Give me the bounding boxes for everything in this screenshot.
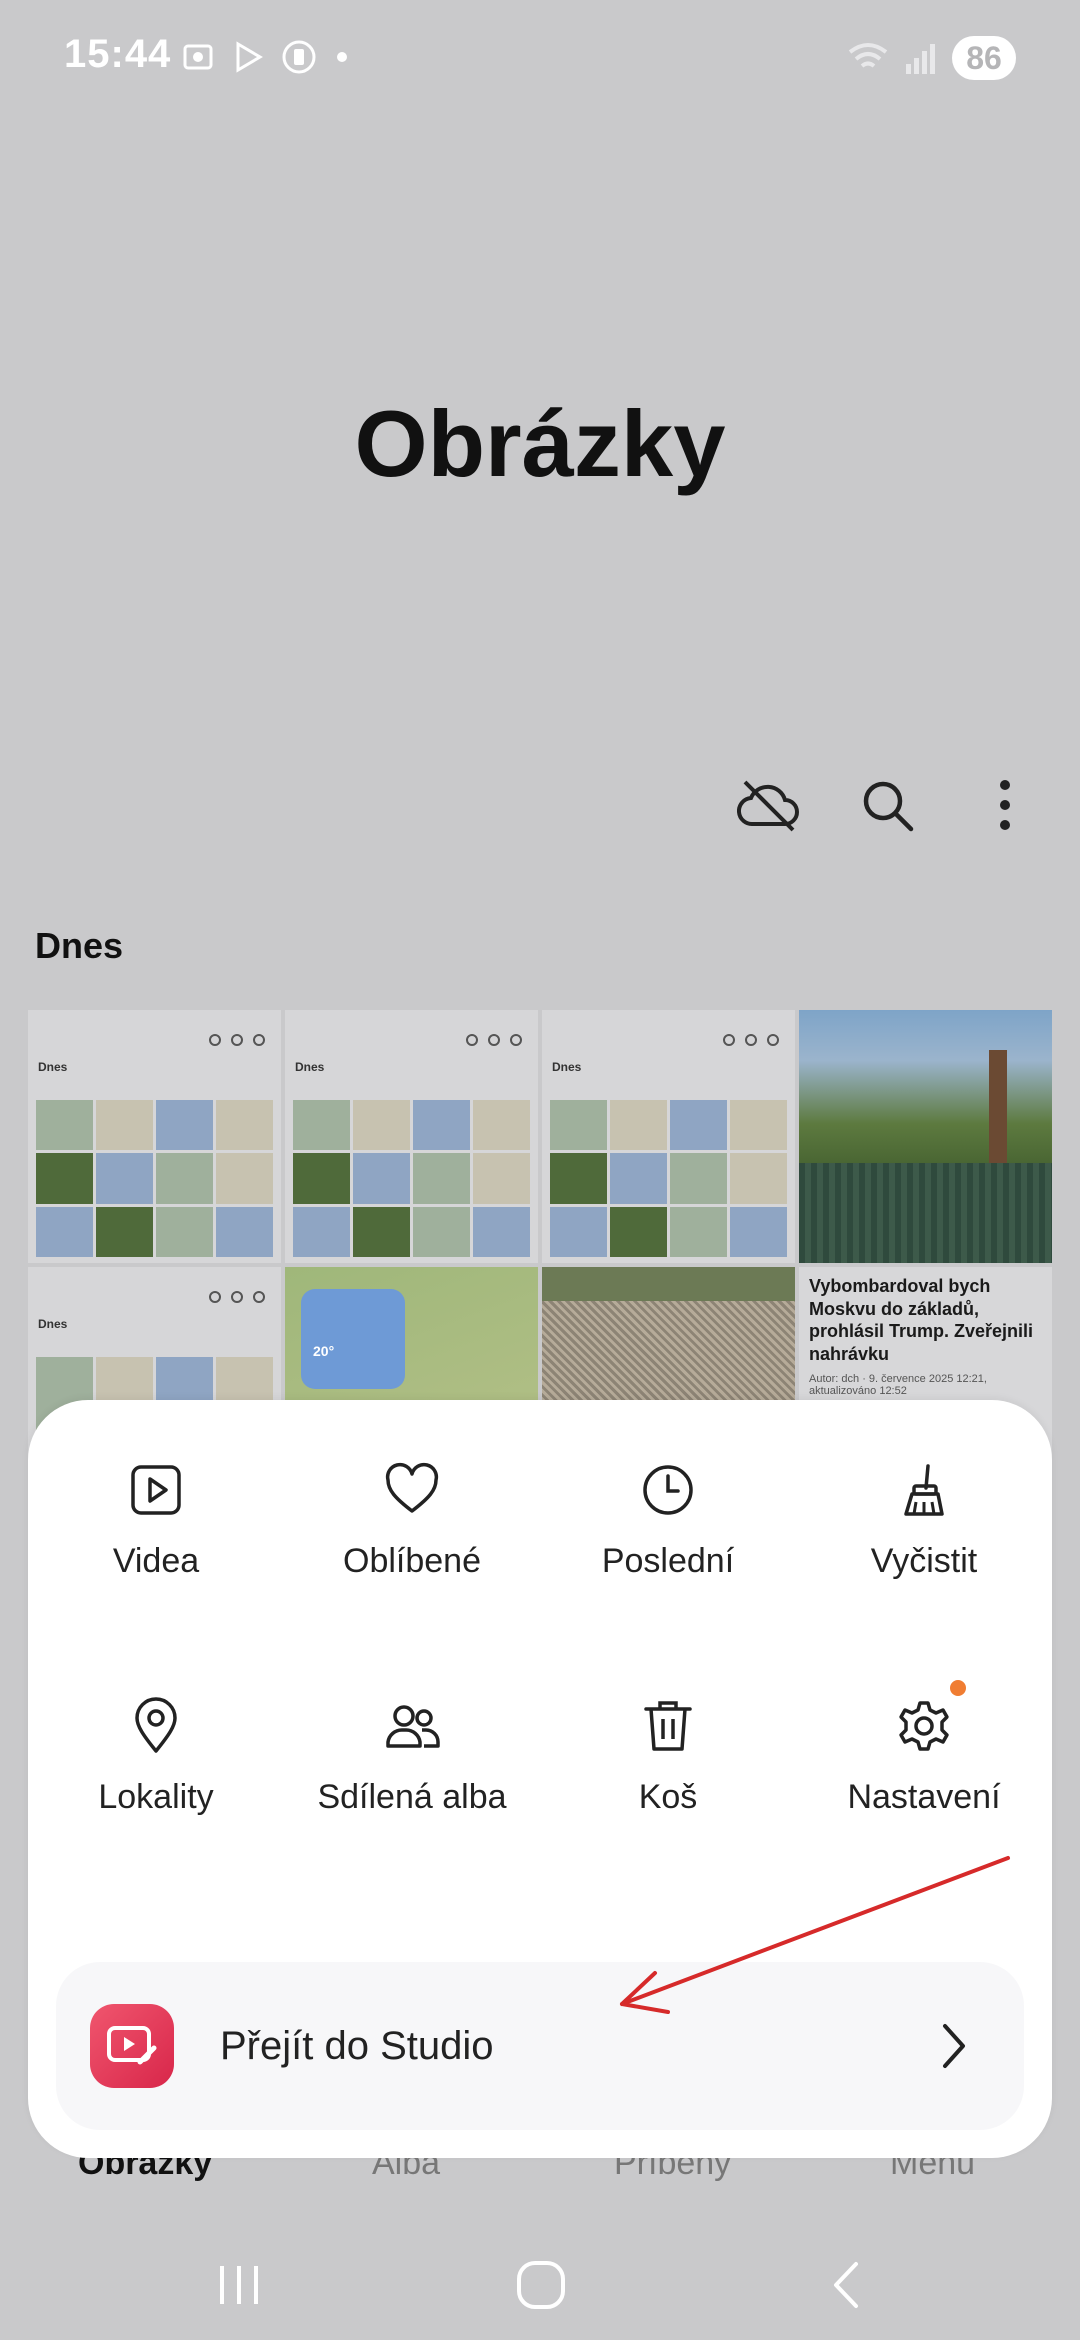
- menu-sheet: Videa Oblíbené Poslední Vyčistit Lokalit…: [28, 1400, 1052, 2158]
- menu-item-label: Nastavení: [847, 1778, 1001, 1816]
- notification-dot: [950, 1680, 966, 1696]
- thumbnail-text: Dnes: [295, 1060, 325, 1074]
- menu-item-label: Sdílená alba: [317, 1778, 507, 1816]
- studio-label: Přejít do Studio: [220, 2023, 494, 2068]
- chevron-right-icon: [922, 2014, 986, 2078]
- gear-icon: [899, 1701, 949, 1751]
- more-vert-icon: [1000, 780, 1010, 830]
- broom-icon: [904, 1464, 944, 1516]
- menu-item-label: Videa: [112, 1542, 200, 1580]
- trash-icon: [644, 1701, 692, 1751]
- dot-icon: [337, 52, 347, 62]
- recent-apps-button[interactable]: [184, 2230, 294, 2340]
- studio-app-icon: [90, 2004, 174, 2088]
- studio-icon: [107, 2026, 157, 2065]
- menu-item-lokality[interactable]: Lokality: [28, 1696, 284, 1932]
- status-time: 15:44: [64, 32, 172, 76]
- back-icon: [834, 2262, 858, 2308]
- home-icon: [517, 2261, 565, 2309]
- thumbnail-text: Dnes: [552, 1060, 582, 1074]
- menu-item-label: Lokality: [98, 1778, 214, 1816]
- people-icon: [386, 1705, 440, 1748]
- menu-item-oblibene[interactable]: Oblíbené: [284, 1460, 540, 1696]
- cloud-sync-button[interactable]: [734, 770, 804, 840]
- screenshot-icon: [183, 44, 213, 70]
- system-nav-bar: [0, 2230, 1080, 2340]
- notification-icons: [180, 38, 352, 76]
- play-store-icon: [236, 41, 263, 73]
- article-headline: Vybombardoval bych Moskvu do základů, pr…: [809, 1276, 1034, 1364]
- weather-temp: 20°: [313, 1343, 335, 1359]
- battery-indicator: 86: [952, 36, 1016, 80]
- search-icon: [863, 781, 914, 832]
- photo-thumbnail[interactable]: Dnes: [285, 1010, 538, 1263]
- studio-button[interactable]: Přejít do Studio: [56, 1962, 1024, 2130]
- sync-icon: [282, 40, 316, 74]
- menu-item-label: Poslední: [601, 1542, 735, 1580]
- thumbnail-text: Dnes: [38, 1060, 68, 1074]
- menu-item-vycistit[interactable]: Vyčistit: [796, 1460, 1052, 1696]
- status-bar: 15:44 86: [0, 0, 1080, 120]
- signal-icon: [906, 44, 935, 74]
- search-button[interactable]: [852, 770, 922, 840]
- menu-item-nastaveni[interactable]: Nastavení: [796, 1680, 1052, 1932]
- cloud-off-icon: [737, 780, 799, 832]
- menu-item-videa[interactable]: Videa: [28, 1460, 284, 1696]
- clock-icon: [643, 1465, 693, 1515]
- toolbar: [734, 770, 1040, 840]
- more-options-button[interactable]: [970, 770, 1040, 840]
- menu-grid: Videa Oblíbené Poslední Vyčistit Lokalit…: [28, 1460, 1052, 1932]
- page-title: Obrázky: [354, 391, 726, 496]
- photo-thumbnail[interactable]: [799, 1010, 1052, 1263]
- heart-icon: [385, 1462, 439, 1513]
- menu-item-label: Vyčistit: [870, 1542, 978, 1580]
- menu-item-posledni[interactable]: Poslední: [540, 1460, 796, 1696]
- back-button[interactable]: [790, 2230, 900, 2340]
- menu-item-sdilena-alba[interactable]: Sdílená alba: [284, 1696, 540, 1932]
- recent-apps-icon: [220, 2266, 258, 2304]
- location-pin-icon: [135, 1697, 177, 1753]
- thumbnail-text: Dnes: [38, 1317, 68, 1331]
- article-meta: Autor: dch · 9. července 2025 12:21, akt…: [809, 1373, 987, 1397]
- menu-item-label: Koš: [638, 1778, 698, 1816]
- photo-thumbnail[interactable]: Dnes: [28, 1010, 281, 1263]
- status-right: 86: [846, 36, 1016, 80]
- home-button[interactable]: [486, 2230, 596, 2340]
- wifi-icon: [848, 43, 888, 68]
- photo-thumbnail[interactable]: Dnes: [542, 1010, 795, 1263]
- section-title: Dnes: [35, 925, 124, 966]
- video-icon: [131, 1465, 181, 1515]
- menu-item-label: Oblíbené: [343, 1542, 481, 1580]
- menu-item-kos[interactable]: Koš: [540, 1696, 796, 1932]
